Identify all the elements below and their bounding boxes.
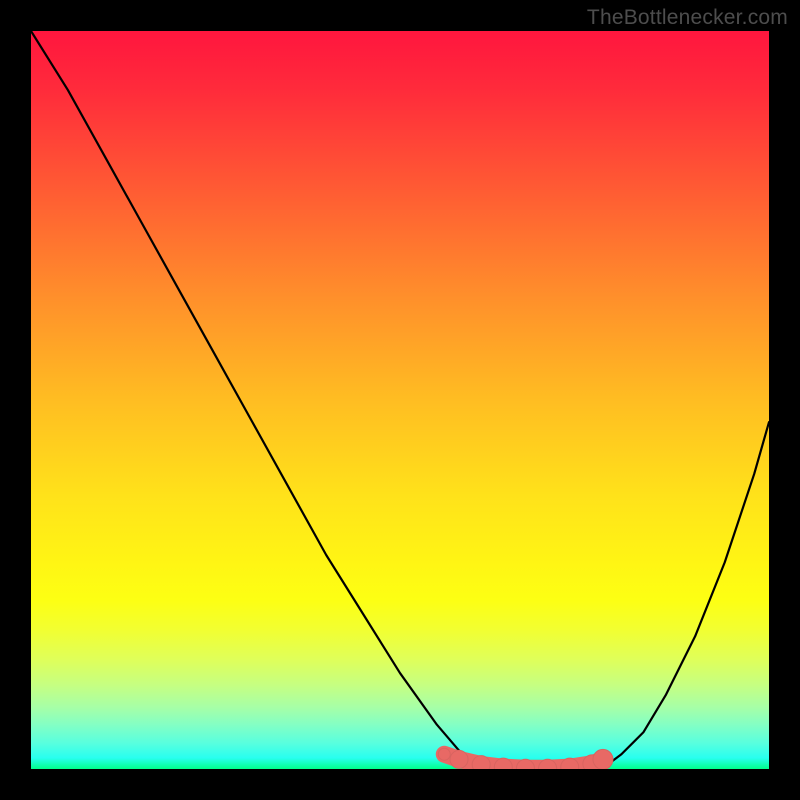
chart-svg (31, 31, 769, 769)
chart-frame: TheBottlenecker.com (0, 0, 800, 800)
highlight-marker (450, 750, 468, 768)
highlight-marker (438, 748, 450, 760)
bottleneck-curve (31, 31, 769, 769)
highlight-marker (472, 756, 490, 769)
attribution-label: TheBottlenecker.com (587, 6, 788, 30)
plot-area (31, 31, 769, 769)
highlight-marker (593, 749, 613, 769)
